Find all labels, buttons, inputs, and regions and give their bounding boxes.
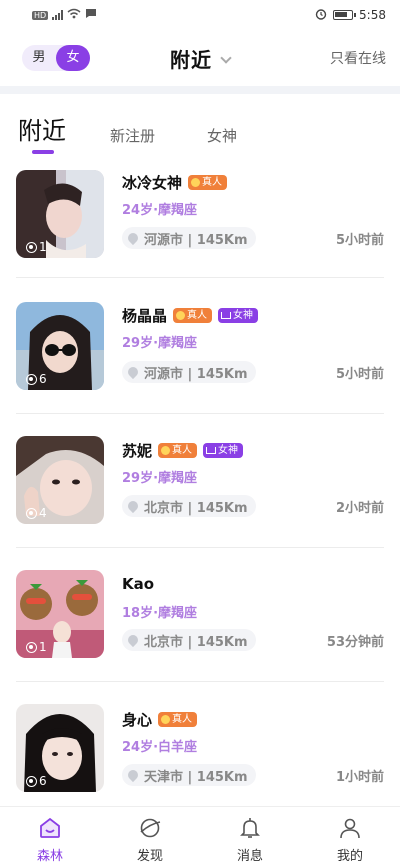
user-name: 苏妮	[122, 442, 153, 460]
goddess-badge: 女神	[218, 308, 259, 323]
verified-icon	[191, 178, 201, 187]
message-icon	[85, 8, 97, 22]
divider	[16, 547, 384, 548]
camera-icon	[26, 507, 37, 519]
goddess-badge: 女神	[203, 443, 244, 458]
user-name: Kao	[122, 575, 155, 593]
crown-icon	[206, 447, 217, 454]
location-pin-icon	[125, 230, 141, 246]
nav-messages[interactable]: 消息	[200, 807, 300, 867]
bell-icon	[237, 815, 263, 841]
real-badge: 真人	[173, 308, 213, 323]
list-item[interactable]: 1 Kao 18岁·摩羯座 北京市 | 145Km 53分钟前	[0, 570, 400, 704]
hd-icon: HD	[32, 10, 49, 20]
nav-label: 森林	[36, 849, 63, 864]
photo-count: 4	[26, 506, 47, 520]
photo-count: 1	[26, 240, 47, 254]
header-divider	[0, 86, 400, 94]
name-row: 冰冷女神 真人	[122, 172, 228, 193]
location-pill: 河源市 | 145Km	[122, 361, 256, 383]
camera-icon	[26, 775, 37, 787]
tab-nearby[interactable]: 附近	[18, 111, 66, 146]
nav-profile[interactable]: 我的	[300, 807, 400, 867]
signal-icon	[52, 10, 64, 20]
last-active-time: 1小时前	[335, 770, 384, 785]
age-sign: 24岁·白羊座	[122, 740, 198, 755]
nav-discover[interactable]: 发现	[100, 807, 200, 867]
location-pin-icon	[125, 498, 141, 514]
nav-label: 消息	[236, 849, 263, 864]
wifi-icon	[67, 8, 81, 22]
status-time: 5:58	[359, 8, 386, 22]
name-row: Kao	[122, 575, 154, 593]
avatar[interactable]: 1	[16, 170, 104, 258]
alarm-icon	[315, 8, 327, 23]
user-name: 身心	[122, 711, 153, 729]
location-pin-icon	[125, 767, 141, 783]
avatar[interactable]: 6	[16, 704, 104, 792]
tab-goddess[interactable]: 女神	[207, 125, 237, 146]
age-sign: 18岁·摩羯座	[122, 606, 198, 621]
last-active-time: 5小时前	[335, 367, 384, 382]
last-active-time: 53分钟前	[326, 635, 384, 650]
nav-label: 我的	[336, 849, 363, 864]
user-name: 杨晶晶	[122, 307, 168, 325]
age-sign: 24岁·摩羯座	[122, 203, 198, 218]
tab-new-registered[interactable]: 新注册	[110, 125, 155, 146]
chevron-down-icon	[220, 52, 232, 64]
divider	[16, 277, 384, 278]
crown-icon	[221, 312, 232, 319]
photo-count: 1	[26, 640, 47, 654]
real-badge: 真人	[158, 712, 198, 727]
photo-count: 6	[26, 774, 47, 788]
status-left: HD	[32, 8, 97, 22]
avatar[interactable]: 1	[16, 570, 104, 658]
status-bar: HD 5:58	[0, 0, 400, 30]
divider	[16, 413, 384, 414]
real-badge: 真人	[158, 443, 198, 458]
location-pin-icon	[125, 632, 141, 648]
real-badge: 真人	[188, 175, 228, 190]
age-sign: 29岁·摩羯座	[122, 336, 198, 351]
location-pill: 北京市 | 145Km	[122, 495, 256, 517]
profile-icon	[337, 815, 363, 841]
page-title: 附近	[170, 48, 212, 72]
location-pill: 天津市 | 145Km	[122, 764, 256, 786]
tab-active-indicator	[32, 150, 54, 154]
name-row: 身心 真人	[122, 709, 198, 730]
location-pill: 北京市 | 145Km	[122, 629, 256, 651]
avatar[interactable]: 4	[16, 436, 104, 524]
verified-icon	[161, 715, 171, 724]
camera-icon	[26, 641, 37, 653]
location-pill: 河源市 | 145Km	[122, 227, 256, 249]
tab-bar: 附近 新注册 女神	[0, 110, 400, 160]
header: 男 女 附近 只看在线	[0, 36, 400, 80]
verified-icon	[161, 446, 171, 455]
age-sign: 29岁·摩羯座	[122, 471, 198, 486]
nav-label: 发现	[136, 849, 163, 864]
status-right: 5:58	[315, 8, 386, 23]
list-item[interactable]: 1 冰冷女神 真人 24岁·摩羯座 河源市 | 145Km 5小时前	[0, 166, 400, 300]
battery-icon	[333, 10, 357, 20]
discover-icon	[137, 815, 163, 841]
online-only-filter[interactable]: 只看在线	[330, 48, 386, 68]
camera-icon	[26, 241, 37, 253]
location-pin-icon	[125, 364, 141, 380]
avatar[interactable]: 6	[16, 302, 104, 390]
list-item[interactable]: 6 杨晶晶 真人 女神 29岁·摩羯座 河源市 | 145Km 5小时前	[0, 300, 400, 434]
last-active-time: 5小时前	[335, 233, 384, 248]
photo-count: 6	[26, 372, 47, 386]
last-active-time: 2小时前	[335, 501, 384, 516]
verified-icon	[176, 311, 186, 320]
name-row: 苏妮 真人 女神	[122, 440, 244, 461]
user-name: 冰冷女神	[122, 174, 183, 192]
divider	[16, 681, 384, 682]
bottom-nav: 森林 发现 消息 我的	[0, 806, 400, 867]
home-icon	[37, 815, 63, 841]
camera-icon	[26, 373, 37, 385]
name-row: 杨晶晶 真人 女神	[122, 305, 259, 326]
nav-forest[interactable]: 森林	[0, 807, 100, 867]
list-item[interactable]: 4 苏妮 真人 女神 29岁·摩羯座 北京市 | 145Km 2小时前	[0, 436, 400, 570]
